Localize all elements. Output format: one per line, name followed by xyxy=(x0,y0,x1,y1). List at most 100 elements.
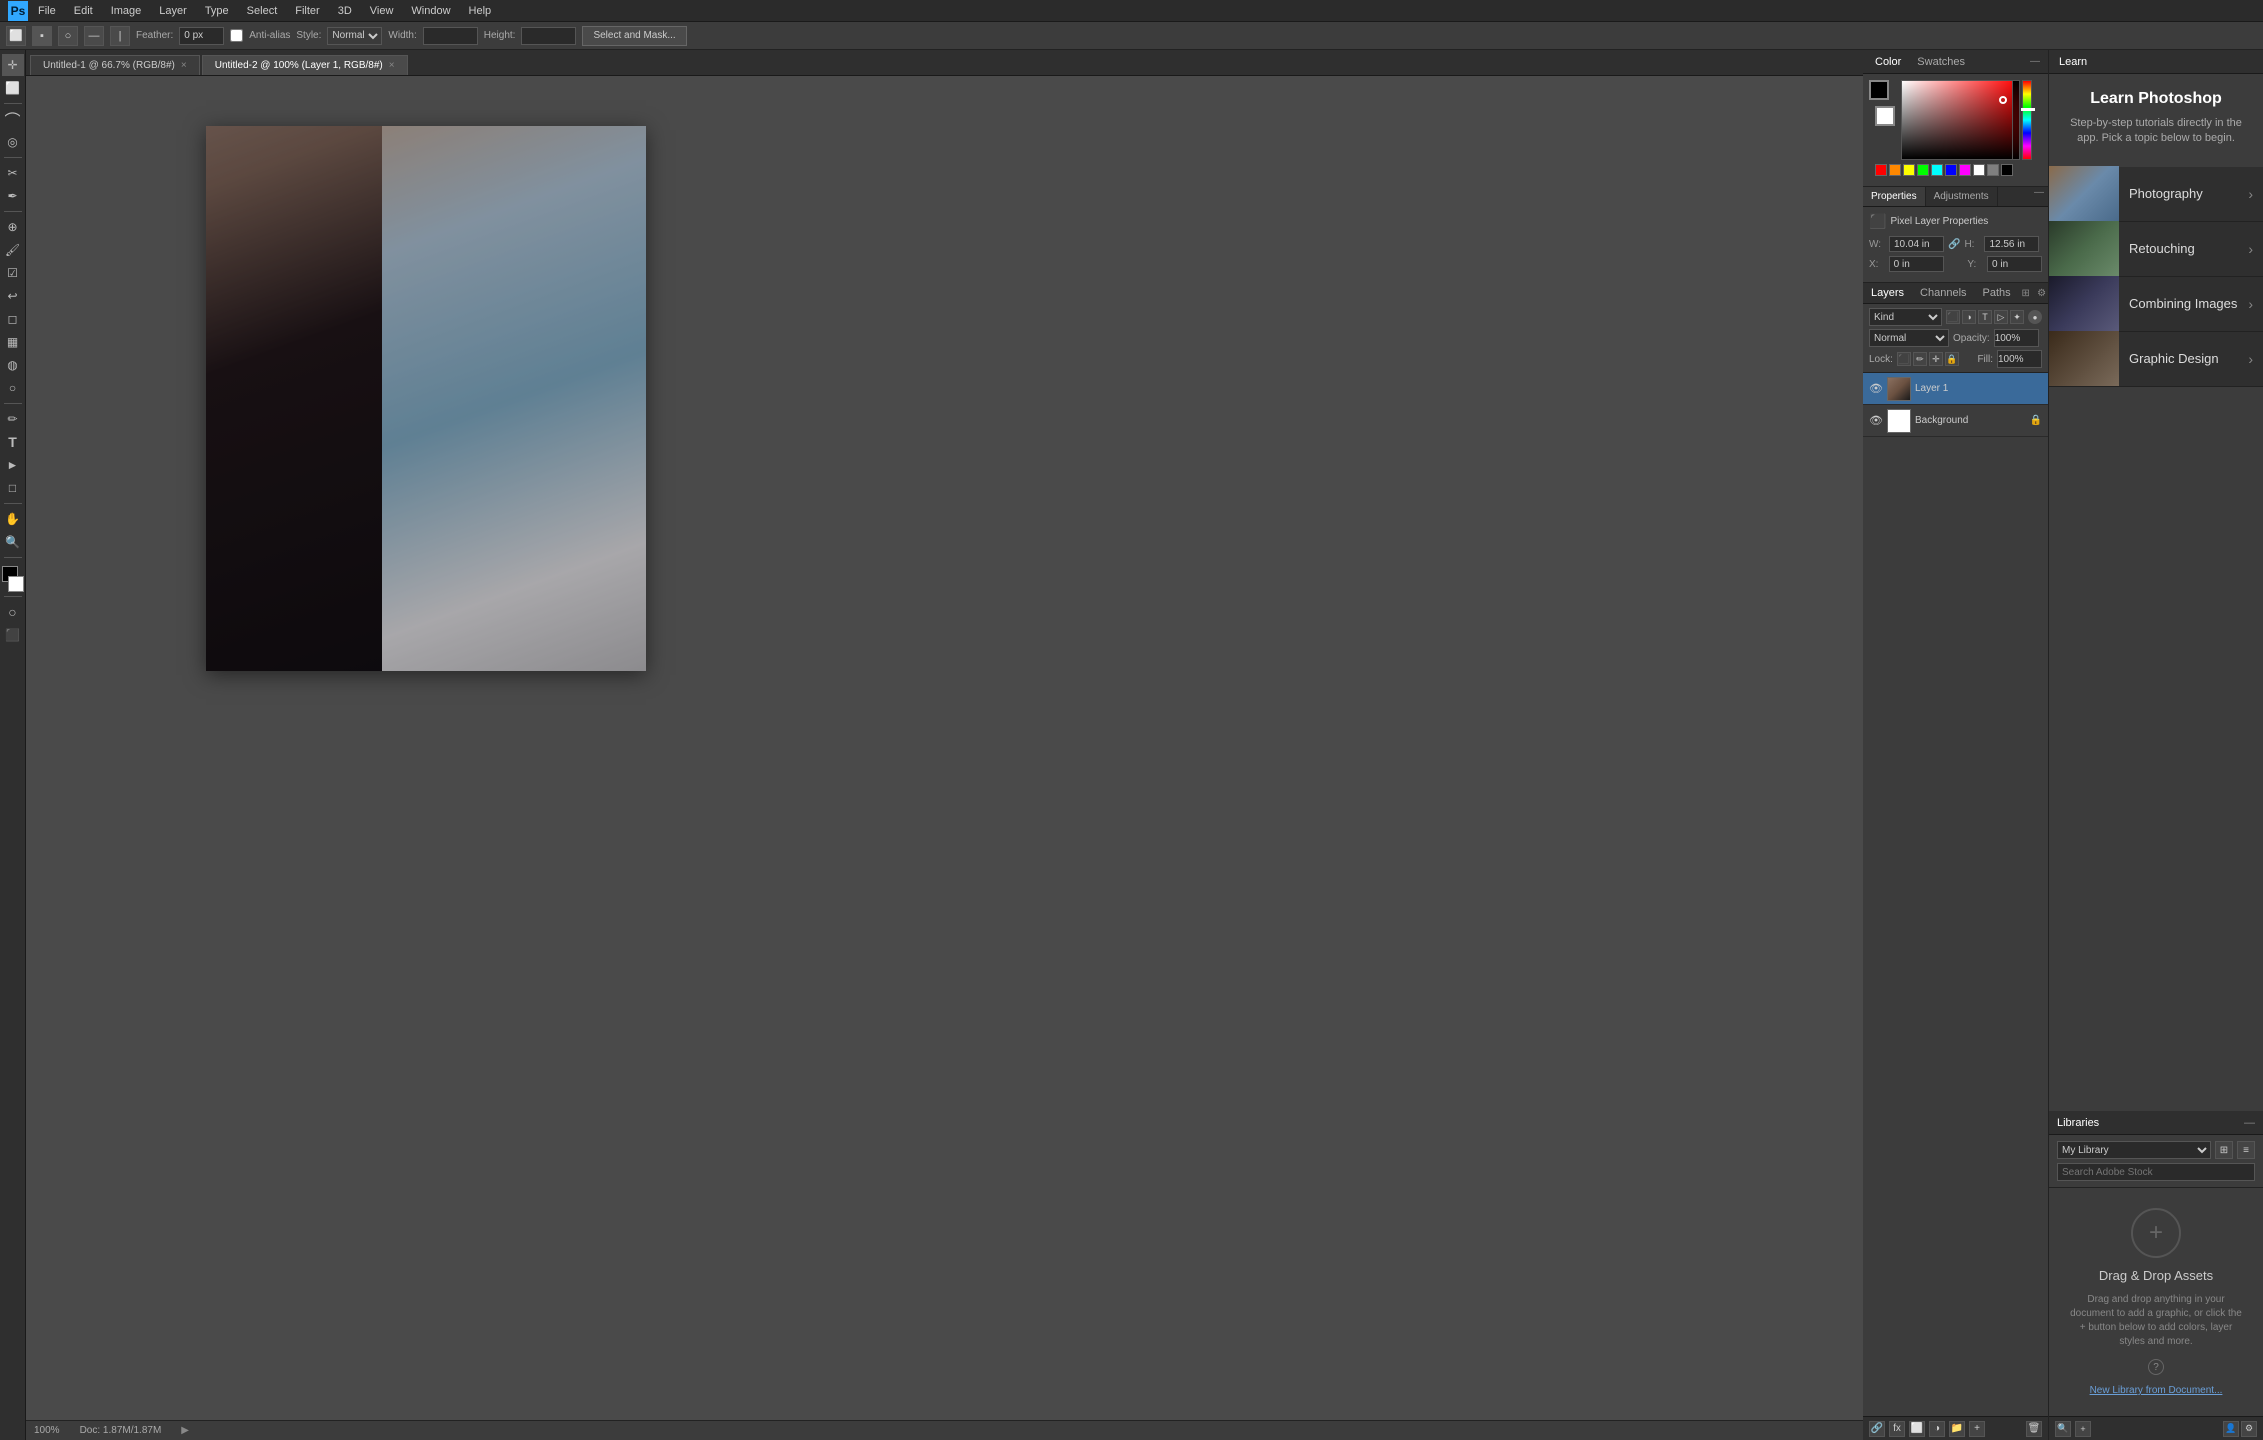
marquee-rect-icon[interactable]: ▪ xyxy=(32,26,52,46)
tool-pen[interactable]: ✏ xyxy=(2,408,24,430)
tool-gradient[interactable]: ▦ xyxy=(2,331,24,353)
color-saturation-value[interactable] xyxy=(1901,80,2020,160)
new-group-btn[interactable]: 📁 xyxy=(1949,1421,1965,1437)
swatch-cyan[interactable] xyxy=(1931,164,1943,176)
close-tab-2[interactable]: × xyxy=(389,60,395,71)
kind-select[interactable]: Kind xyxy=(1869,308,1942,326)
blend-mode-select[interactable]: Normal xyxy=(1869,329,1949,347)
menu-select[interactable]: Select xyxy=(239,3,286,19)
layer-item-layer1[interactable]: 👁 Layer 1 xyxy=(1863,373,2048,405)
swatch-magenta[interactable] xyxy=(1959,164,1971,176)
tab-swatches[interactable]: Swatches xyxy=(1913,54,1969,70)
filter-pixel-icon[interactable]: ⬛ xyxy=(1946,310,1960,324)
menu-layer[interactable]: Layer xyxy=(151,3,195,19)
libraries-collapse[interactable]: — xyxy=(2244,1117,2255,1129)
tool-history-brush[interactable]: ↩ xyxy=(2,285,24,307)
tab-paths[interactable]: Paths xyxy=(1975,283,2019,303)
fill-input[interactable] xyxy=(1997,350,2042,368)
background-visibility-icon[interactable]: 👁 xyxy=(1869,414,1883,428)
link-wh-icon[interactable]: 🔗 xyxy=(1948,239,1960,250)
tool-lasso[interactable]: ⌒ xyxy=(2,108,24,130)
tool-zoom[interactable]: 🔍 xyxy=(2,531,24,553)
menu-filter[interactable]: Filter xyxy=(287,3,327,19)
menu-type[interactable]: Type xyxy=(197,3,237,19)
swatch-blue[interactable] xyxy=(1945,164,1957,176)
doc-tab-1[interactable]: Untitled-1 @ 66.7% (RGB/8#) × xyxy=(30,55,200,75)
feather-input[interactable] xyxy=(179,27,224,45)
menu-view[interactable]: View xyxy=(362,3,402,19)
library-list-view-btn[interactable]: ≡ xyxy=(2237,1141,2255,1159)
tool-clone[interactable]: ☑ xyxy=(2,262,24,284)
learn-item-combining[interactable]: Combining Images › xyxy=(2049,277,2263,332)
learn-item-retouching[interactable]: Retouching › xyxy=(2049,222,2263,277)
library-grid-view-btn[interactable]: ⊞ xyxy=(2215,1141,2233,1159)
menu-help[interactable]: Help xyxy=(461,3,500,19)
color-panel-collapse[interactable]: — xyxy=(2030,56,2040,67)
tool-rectangle[interactable]: □ xyxy=(2,477,24,499)
lib-add-content-btn[interactable]: + xyxy=(2075,1421,2091,1437)
learn-item-graphic-design[interactable]: Graphic Design › xyxy=(2049,332,2263,387)
library-select[interactable]: My Library xyxy=(2057,1141,2211,1159)
background-color-box[interactable] xyxy=(1875,106,1895,126)
learn-tab[interactable]: Learn xyxy=(2059,56,2087,68)
tool-eyedropper[interactable]: ✒ xyxy=(2,185,24,207)
filter-shape-icon[interactable]: ▷ xyxy=(1994,310,2008,324)
antialiased-checkbox[interactable] xyxy=(230,29,243,42)
marquee-circle-icon[interactable]: ○ xyxy=(58,26,78,46)
tool-path-selection[interactable]: ► xyxy=(2,454,24,476)
width-input[interactable] xyxy=(423,27,478,45)
w-input[interactable] xyxy=(1889,236,1944,252)
tool-hand[interactable]: ✋ xyxy=(2,508,24,530)
tab-adjustments[interactable]: Adjustments xyxy=(1926,187,1998,206)
menu-3d[interactable]: 3D xyxy=(330,3,360,19)
link-layers-btn[interactable]: 🔗 xyxy=(1869,1421,1885,1437)
tool-text[interactable]: T xyxy=(2,431,24,453)
learn-item-photography[interactable]: Photography › xyxy=(2049,167,2263,222)
new-layer-btn[interactable]: + xyxy=(1969,1421,1985,1437)
layer-fx-btn[interactable]: fx xyxy=(1889,1421,1905,1437)
add-mask-btn[interactable]: ⬜ xyxy=(1909,1421,1925,1437)
arrow-icon[interactable]: ▶ xyxy=(181,1425,189,1436)
marquee-col-icon[interactable]: | xyxy=(110,26,130,46)
library-new-link[interactable]: New Library from Document... xyxy=(2090,1385,2223,1396)
x-input[interactable] xyxy=(1889,256,1944,272)
select-mask-button[interactable]: Select and Mask... xyxy=(582,26,686,46)
hue-strip[interactable] xyxy=(2022,80,2032,160)
tool-healing[interactable]: ⊕ xyxy=(2,216,24,238)
filter-adjustment-icon[interactable]: ◑ xyxy=(1962,310,1976,324)
alpha-strip[interactable] xyxy=(2012,80,2020,160)
swatch-black[interactable] xyxy=(2001,164,2013,176)
canvas-scroll[interactable] xyxy=(26,76,1863,1420)
lib-settings-btn[interactable]: ⚙ xyxy=(2241,1421,2257,1437)
layers-filter-icon[interactable]: ⊞ xyxy=(2019,286,2033,300)
tool-marquee[interactable]: ⬜ xyxy=(2,77,24,99)
tool-blur[interactable]: ◍ xyxy=(2,354,24,376)
swatch-gray[interactable] xyxy=(1987,164,1999,176)
library-search[interactable] xyxy=(2057,1163,2255,1181)
swatch-yellow[interactable] xyxy=(1903,164,1915,176)
tool-quick-selection[interactable]: ◎ xyxy=(2,131,24,153)
color-gradient-area[interactable] xyxy=(1901,80,2042,160)
close-tab-1[interactable]: × xyxy=(181,60,187,71)
layer1-visibility-icon[interactable]: 👁 xyxy=(1869,382,1883,396)
tool-move[interactable]: ✛ xyxy=(2,54,24,76)
h-input[interactable] xyxy=(1984,236,2039,252)
menu-image[interactable]: Image xyxy=(103,3,150,19)
delete-layer-btn[interactable]: 🗑 xyxy=(2026,1421,2042,1437)
swatch-green[interactable] xyxy=(1917,164,1929,176)
style-select[interactable]: Normal xyxy=(327,27,382,45)
height-input[interactable] xyxy=(521,27,576,45)
swatch-white[interactable] xyxy=(1973,164,1985,176)
marquee-row-icon[interactable]: ― xyxy=(84,26,104,46)
doc-tab-2[interactable]: Untitled-2 @ 100% (Layer 1, RGB/8#) × xyxy=(202,55,408,75)
lock-transparent-icon[interactable]: ⬛ xyxy=(1897,352,1911,366)
menu-file[interactable]: File xyxy=(30,3,64,19)
filter-type-icon[interactable]: T xyxy=(1978,310,1992,324)
filter-smart-icon[interactable]: ✦ xyxy=(2010,310,2024,324)
screen-mode-btn[interactable]: ⬛ xyxy=(2,624,24,646)
tab-layers[interactable]: Layers xyxy=(1863,283,1912,303)
swatch-orange[interactable] xyxy=(1889,164,1901,176)
quick-mask-btn[interactable]: ○ xyxy=(2,601,24,623)
properties-panel-collapse[interactable]: — xyxy=(2034,187,2048,206)
lock-all-icon[interactable]: 🔒 xyxy=(1945,352,1959,366)
